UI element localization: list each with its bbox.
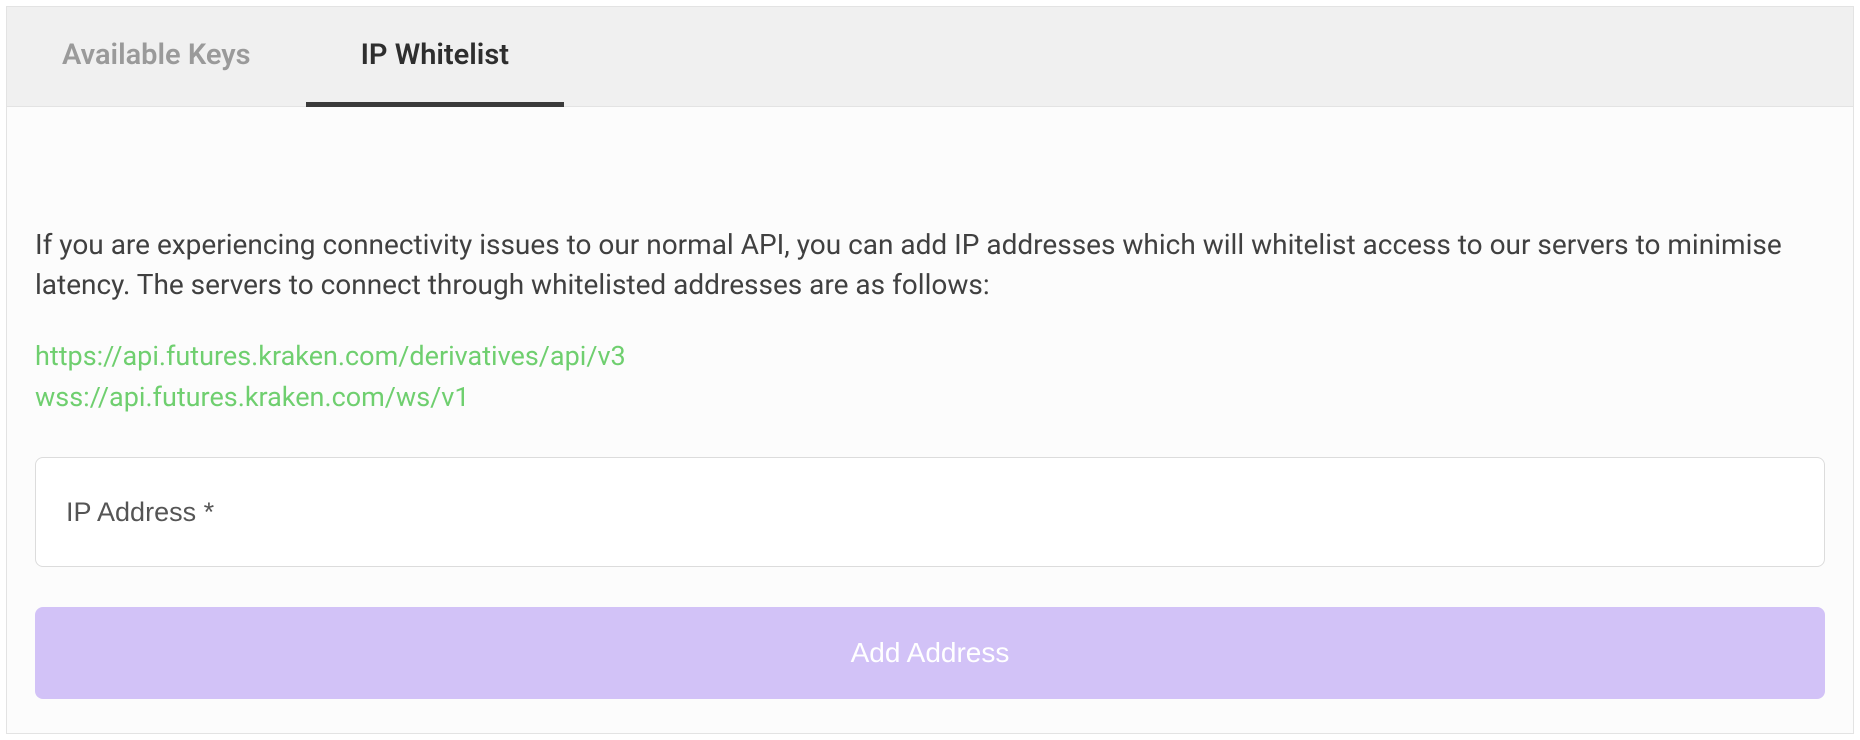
ip-input-wrap (35, 457, 1825, 567)
api-ws-link[interactable]: wss://api.futures.kraken.com/ws/v1 (35, 377, 1825, 418)
ip-address-input[interactable] (35, 457, 1825, 567)
tab-content: If you are experiencing connectivity iss… (7, 107, 1853, 733)
tabs-bar: Available Keys IP Whitelist (7, 7, 1853, 107)
add-address-button[interactable]: Add Address (35, 607, 1825, 699)
whitelist-description: If you are experiencing connectivity iss… (35, 225, 1825, 306)
api-settings-panel: Available Keys IP Whitelist If you are e… (6, 6, 1854, 734)
add-address-button-label: Add Address (851, 637, 1010, 668)
tab-ip-whitelist-label: IP Whitelist (361, 38, 509, 72)
server-links: https://api.futures.kraken.com/derivativ… (35, 336, 1825, 417)
tab-available-keys[interactable]: Available Keys (7, 8, 306, 107)
tab-ip-whitelist[interactable]: IP Whitelist (306, 8, 564, 107)
tab-available-keys-label: Available Keys (62, 38, 251, 72)
api-http-link[interactable]: https://api.futures.kraken.com/derivativ… (35, 336, 1825, 377)
